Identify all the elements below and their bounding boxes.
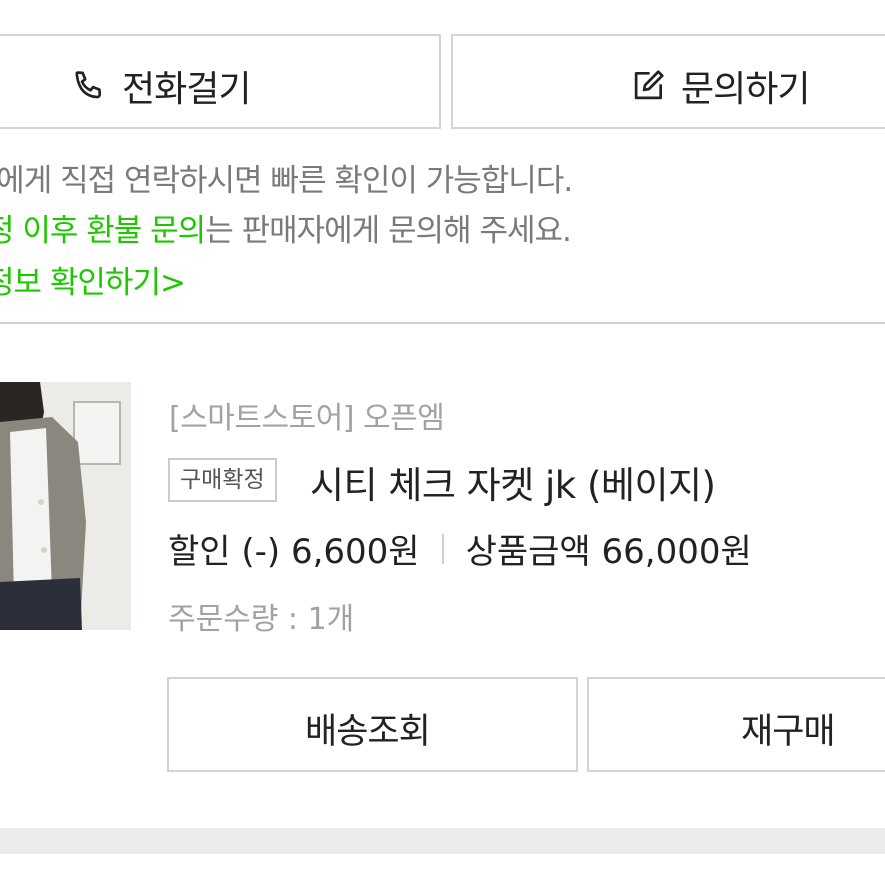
reorder-label: 재구매 bbox=[741, 712, 836, 752]
seller-info-link-label: 정보 확인하기 bbox=[0, 265, 161, 301]
track-delivery-label: 배송조회 bbox=[305, 712, 431, 752]
track-delivery-button[interactable]: 배송조회 bbox=[167, 677, 578, 772]
product-photo bbox=[0, 382, 131, 630]
chevron-right-icon: > bbox=[159, 265, 186, 301]
store-name[interactable]: [스마트스토어] 오픈엠 bbox=[169, 393, 445, 437]
section-separator-band bbox=[0, 828, 885, 854]
notice-line-2: 정 이후 환불 문의는 판매자에게 문의해 주세요. bbox=[0, 205, 572, 250]
order-quantity: 주문수량 : 1개 bbox=[168, 602, 355, 637]
price-row: 할인 (-) 6,600원 상품금액 66,000원 bbox=[168, 524, 752, 573]
phone-icon bbox=[75, 71, 102, 99]
product-image[interactable] bbox=[0, 382, 131, 630]
seller-info-link[interactable]: 정보 확인하기> bbox=[0, 257, 186, 302]
call-button[interactable]: 전화걸기 bbox=[0, 34, 441, 129]
notice-line-2-rest: 는 판매자에게 문의해 주세요. bbox=[205, 213, 572, 249]
call-button-label: 전화걸기 bbox=[122, 69, 251, 110]
reorder-button[interactable]: 재구매 bbox=[587, 677, 885, 772]
inquiry-button[interactable]: 문의하기 bbox=[451, 34, 885, 129]
product-title[interactable]: 시티 체크 자켓 jk (베이지) bbox=[310, 455, 716, 509]
notice-line-1: -에게 직접 연락하시면 빠른 확인이 가능합니다. bbox=[0, 163, 573, 199]
product-amount-text: 상품금액 66,000원 bbox=[465, 532, 752, 572]
inquiry-button-label: 문의하기 bbox=[681, 69, 810, 110]
discount-text: 할인 (-) 6,600원 bbox=[168, 532, 420, 572]
status-badge: 구매확정 bbox=[168, 458, 277, 502]
section-divider bbox=[0, 322, 885, 324]
price-separator bbox=[441, 533, 444, 564]
refund-inquiry-highlight: 정 이후 환불 문의 bbox=[0, 213, 206, 249]
edit-icon bbox=[634, 70, 664, 100]
